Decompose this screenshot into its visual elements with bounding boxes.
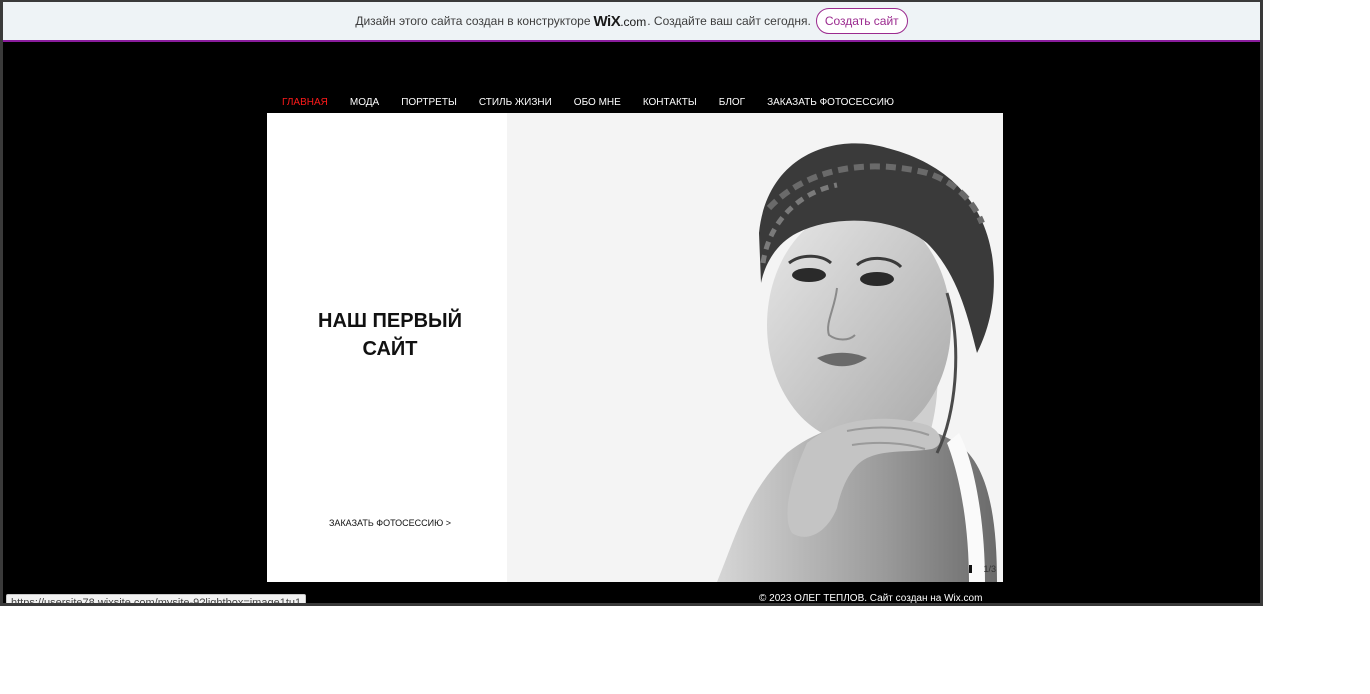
hero-title: НАШ ПЕРВЫЙ САЙТ	[287, 307, 493, 363]
wix-logo: WiX.com	[593, 12, 647, 30]
nav-item-fashion[interactable]: МОДА	[350, 97, 379, 108]
wix-promo-banner: Дизайн этого сайта создан в конструкторе…	[3, 2, 1260, 42]
nav-item-contacts[interactable]: КОНТАКТЫ	[643, 97, 697, 108]
pause-icon[interactable]	[969, 565, 972, 573]
slide-counter: 1/3	[983, 564, 996, 574]
nav-item-book-photoshoot[interactable]: ЗАКАЗАТЬ ФОТОСЕССИЮ	[767, 97, 894, 108]
nav-item-lifestyle[interactable]: СТИЛЬ ЖИЗНИ	[479, 97, 552, 108]
create-site-button[interactable]: Создать сайт	[815, 8, 908, 34]
nav-item-portraits[interactable]: ПОРТРЕТЫ	[401, 97, 457, 108]
hero-title-line1: НАШ ПЕРВЫЙ	[318, 310, 462, 332]
wix-banner-text-after: . Создайте ваш сайт сегодня.	[647, 14, 811, 28]
portrait-photo[interactable]	[507, 113, 1003, 582]
wix-banner-text: Дизайн этого сайта создан в конструкторе	[355, 14, 591, 28]
nav-item-about[interactable]: ОБО МНЕ	[574, 97, 621, 108]
hero-section: НАШ ПЕРВЫЙ САЙТ ЗАКАЗАТЬ ФОТОСЕССИЮ > 1/…	[267, 113, 1003, 582]
hero-slideshow[interactable]: 1/3	[507, 113, 1003, 582]
nav-item-blog[interactable]: БЛОГ	[719, 97, 745, 108]
footer-copyright: © 2023 ОЛЕГ ТЕПЛОВ. Сайт создан на Wix.c…	[759, 593, 983, 604]
nav-item-home[interactable]: ГЛАВНАЯ	[282, 97, 328, 108]
browser-viewport: Дизайн этого сайта создан в конструкторе…	[0, 0, 1263, 606]
hero-text-panel: НАШ ПЕРВЫЙ САЙТ ЗАКАЗАТЬ ФОТОСЕССИЮ >	[267, 113, 507, 582]
main-navigation: ГЛАВНАЯ МОДА ПОРТРЕТЫ СТИЛЬ ЖИЗНИ ОБО МН…	[271, 94, 905, 110]
browser-status-url: https://usersite78.wixsite.com/mysite-9?…	[6, 594, 307, 603]
book-photoshoot-link[interactable]: ЗАКАЗАТЬ ФОТОСЕССИЮ >	[267, 518, 513, 528]
hero-title-line2: САЙТ	[362, 338, 418, 360]
